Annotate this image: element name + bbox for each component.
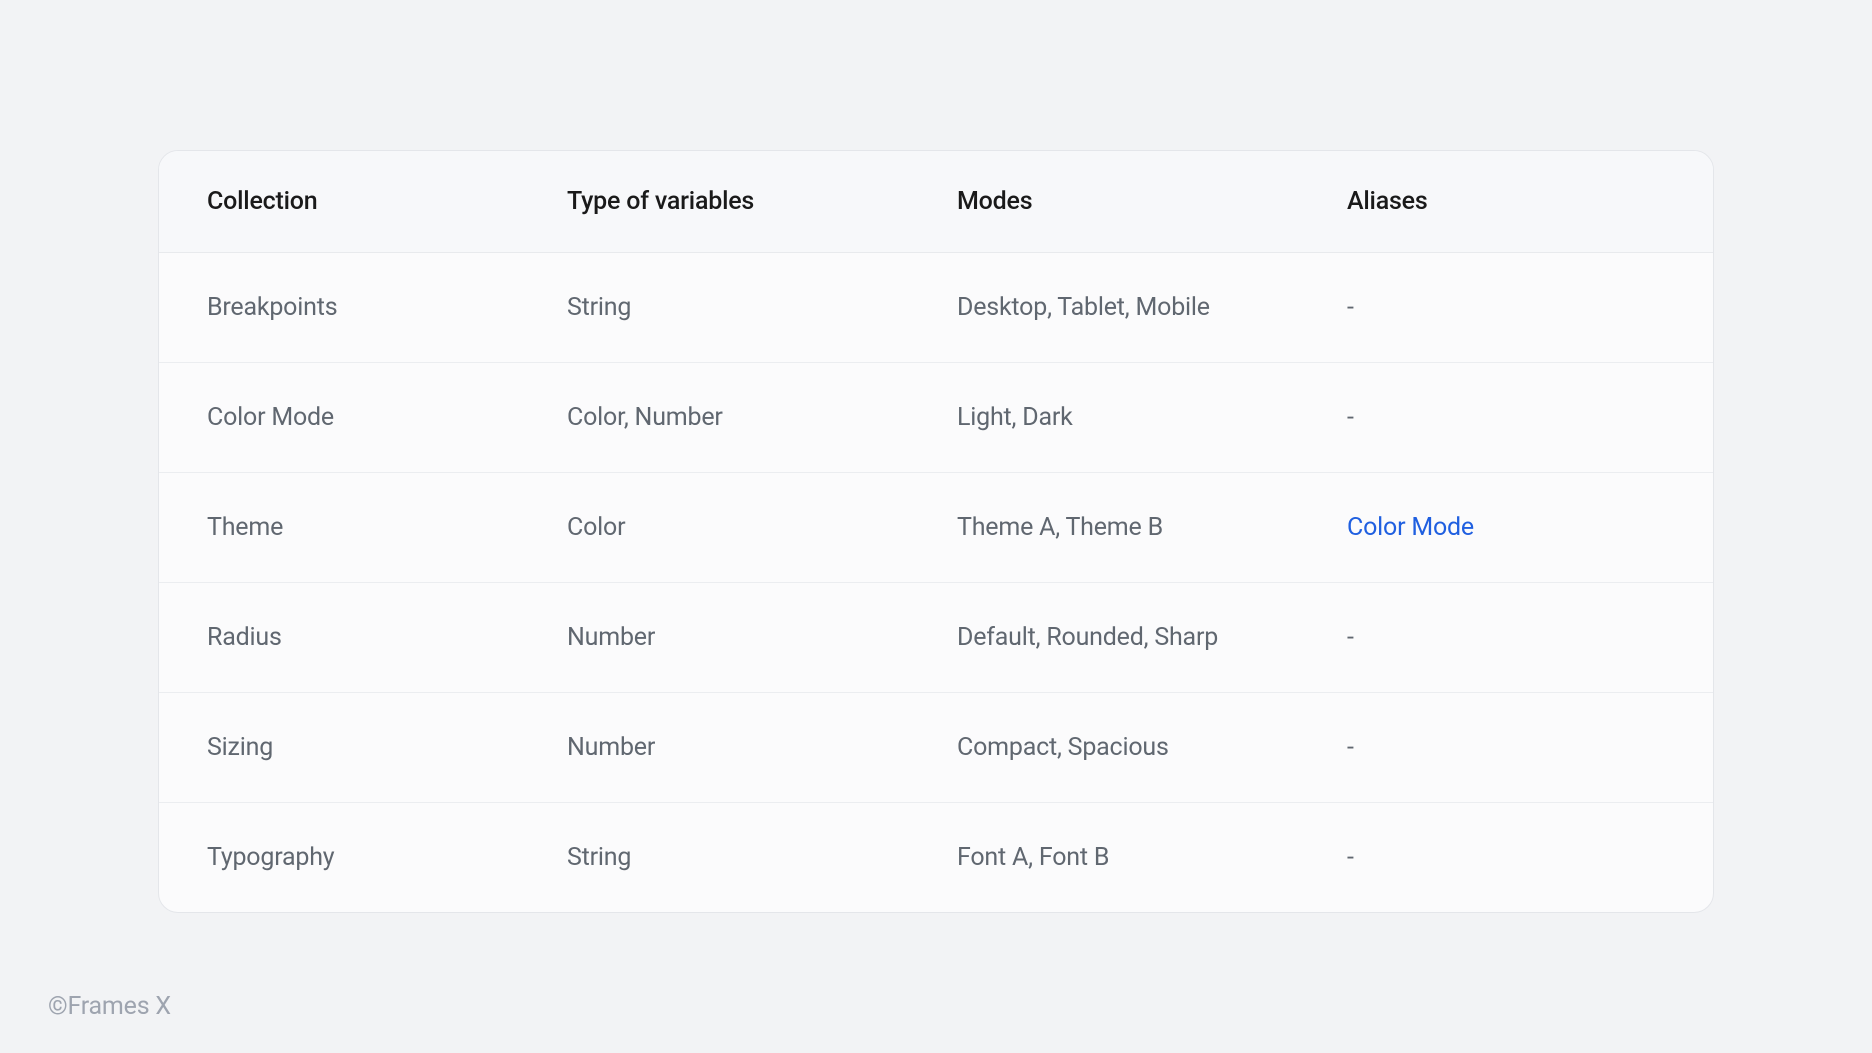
cell-type: String xyxy=(567,843,957,872)
cell-collection: Breakpoints xyxy=(207,293,567,322)
variables-table: Collection Type of variables Modes Alias… xyxy=(158,150,1714,913)
cell-modes: Compact, Spacious xyxy=(957,733,1347,762)
cell-modes: Light, Dark xyxy=(957,403,1347,432)
cell-collection: Theme xyxy=(207,513,567,542)
cell-aliases: - xyxy=(1347,733,1665,762)
cell-type: Color xyxy=(567,513,957,542)
cell-aliases: - xyxy=(1347,623,1665,652)
cell-collection: Color Mode xyxy=(207,403,567,432)
cell-type: Number xyxy=(567,623,957,652)
table-row: Radius Number Default, Rounded, Sharp - xyxy=(159,583,1713,693)
cell-modes: Desktop, Tablet, Mobile xyxy=(957,293,1347,322)
table-row: Sizing Number Compact, Spacious - xyxy=(159,693,1713,803)
cell-aliases: - xyxy=(1347,403,1665,432)
footer-credit: ©Frames X xyxy=(48,992,171,1021)
cell-type: String xyxy=(567,293,957,322)
cell-modes: Theme A, Theme B xyxy=(957,513,1347,542)
cell-aliases-link[interactable]: Color Mode xyxy=(1347,513,1665,542)
header-collection: Collection xyxy=(207,187,567,216)
cell-collection: Typography xyxy=(207,843,567,872)
cell-aliases: - xyxy=(1347,293,1665,322)
cell-modes: Default, Rounded, Sharp xyxy=(957,623,1347,652)
cell-modes: Font A, Font B xyxy=(957,843,1347,872)
cell-collection: Radius xyxy=(207,623,567,652)
table-row: Color Mode Color, Number Light, Dark - xyxy=(159,363,1713,473)
table-row: Theme Color Theme A, Theme B Color Mode xyxy=(159,473,1713,583)
table-header-row: Collection Type of variables Modes Alias… xyxy=(159,151,1713,253)
table-row: Breakpoints String Desktop, Tablet, Mobi… xyxy=(159,253,1713,363)
cell-aliases: - xyxy=(1347,843,1665,872)
header-aliases: Aliases xyxy=(1347,187,1665,216)
cell-type: Color, Number xyxy=(567,403,957,432)
header-modes: Modes xyxy=(957,187,1347,216)
table-row: Typography String Font A, Font B - xyxy=(159,803,1713,912)
cell-collection: Sizing xyxy=(207,733,567,762)
header-type: Type of variables xyxy=(567,187,957,216)
cell-type: Number xyxy=(567,733,957,762)
